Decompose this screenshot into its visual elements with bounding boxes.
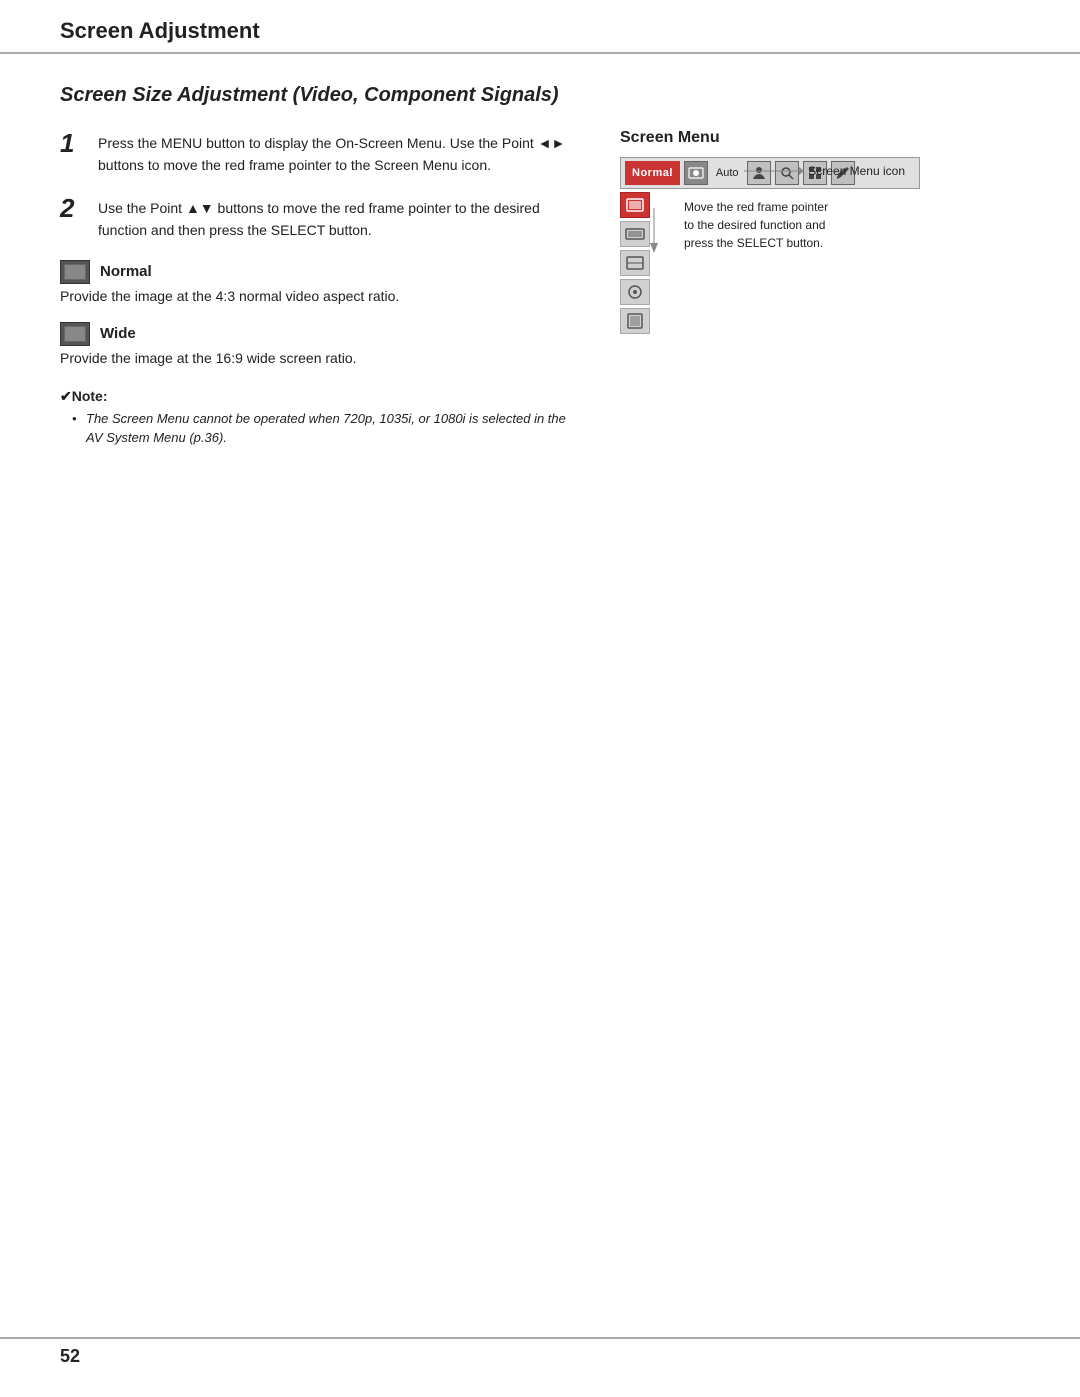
photo-icon xyxy=(688,165,704,181)
side-icon-3-img xyxy=(625,254,645,272)
side-icon-5-img xyxy=(625,312,645,330)
screen-menu-icon-annotation: Screen Menu icon xyxy=(744,163,905,179)
pointer-annotation-line2: to the desired function and xyxy=(684,216,828,234)
pointer-annotation: Move the red frame pointer to the desire… xyxy=(664,198,828,252)
note-section: ✔Note: The Screen Menu cannot be operate… xyxy=(60,388,580,448)
side-normal-icon xyxy=(625,196,645,214)
left-column: 1 Press the MENU button to display the O… xyxy=(60,129,580,448)
note-item-1: The Screen Menu cannot be operated when … xyxy=(72,409,580,448)
side-icon-4 xyxy=(620,279,650,305)
side-icon-2-img xyxy=(625,225,645,243)
step-2: 2 Use the Point ▲▼ buttons to move the r… xyxy=(60,194,580,241)
pointer-text: Move the red frame pointer to the desire… xyxy=(684,198,828,252)
wide-icon-box xyxy=(60,322,90,346)
wide-option-row: Wide xyxy=(60,322,580,346)
step-number-1: 1 xyxy=(60,129,88,158)
wide-icon-inner xyxy=(64,326,86,342)
menu-auto-label: Auto xyxy=(712,167,743,179)
annotation-arrow-2 xyxy=(644,203,674,273)
annotation-arrow-1 xyxy=(744,163,804,179)
normal-icon-inner xyxy=(64,264,86,280)
normal-label: Normal xyxy=(100,263,152,280)
wide-description: Provide the image at the 16:9 wide scree… xyxy=(60,350,580,366)
page-number: 52 xyxy=(60,1346,80,1367)
section-title: Screen Size Adjustment (Video, Component… xyxy=(60,84,1020,107)
menu-normal-label: Normal xyxy=(625,161,680,185)
side-panel-area: Move the red frame pointer to the desire… xyxy=(620,192,828,334)
side-icon-4-img xyxy=(625,283,645,301)
normal-description: Provide the image at the 4:3 normal vide… xyxy=(60,288,580,304)
page-header: Screen Adjustment xyxy=(0,0,1080,54)
two-column-layout: 1 Press the MENU button to display the O… xyxy=(60,129,1020,448)
page-content: Screen Size Adjustment (Video, Component… xyxy=(0,54,1080,508)
normal-option-row: Normal xyxy=(60,260,580,284)
step-1: 1 Press the MENU button to display the O… xyxy=(60,129,580,176)
menu-panel: Normal Auto xyxy=(620,157,900,334)
note-list: The Screen Menu cannot be operated when … xyxy=(60,409,580,448)
normal-icon-box xyxy=(60,260,90,284)
screen-menu-icon-label: Screen Menu icon xyxy=(808,164,905,178)
pointer-annotation-line1: Move the red frame pointer xyxy=(684,198,828,216)
screen-menu-area: Normal Auto xyxy=(620,157,960,334)
page-title: Screen Adjustment xyxy=(60,18,260,43)
step-text-2: Use the Point ▲▼ buttons to move the red… xyxy=(98,194,580,241)
pointer-annotation-line3: press the SELECT button. xyxy=(684,234,828,252)
side-icon-5 xyxy=(620,308,650,334)
wide-label: Wide xyxy=(100,325,136,342)
menu-photo-icon-slot xyxy=(684,161,708,185)
right-column: Screen Menu Normal xyxy=(620,129,960,334)
note-title: ✔Note: xyxy=(60,388,580,405)
menu-bar-wrapper: Normal Auto xyxy=(620,157,900,189)
screen-menu-title: Screen Menu xyxy=(620,129,960,147)
step-text-1: Press the MENU button to display the On-… xyxy=(98,129,580,176)
step-number-2: 2 xyxy=(60,194,88,223)
footer-line xyxy=(0,1337,1080,1339)
